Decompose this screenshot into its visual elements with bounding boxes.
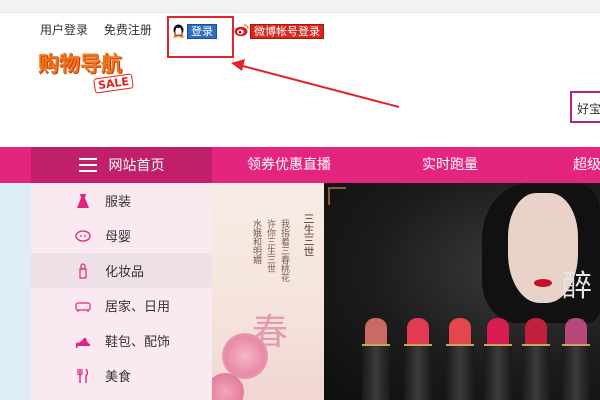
sidebar-item-label: 居家、日用 bbox=[105, 300, 171, 315]
nav-home[interactable]: 网站首页 bbox=[31, 147, 212, 183]
annotation-arrow bbox=[231, 59, 400, 108]
sidebar-item-shoes-bags[interactable]: 鞋包、配饰 bbox=[31, 323, 212, 358]
banner-poem-panel: 水娥和明媚 许你三生三世 我指着三春桃花 三生三世 春 bbox=[212, 183, 324, 400]
sidebar-item-baby[interactable]: 母婴 bbox=[31, 218, 212, 253]
sidebar-item-clothing[interactable]: 服装 bbox=[31, 183, 212, 218]
menu-icon bbox=[78, 158, 97, 172]
annotation-highlight-box bbox=[167, 16, 234, 58]
banner-vertical-title: 三生三世 bbox=[302, 213, 315, 257]
sidebar-item-home-daily[interactable]: 居家、日用 bbox=[31, 288, 212, 323]
lipstick-product bbox=[484, 318, 512, 400]
sidebar-item-label: 化妆品 bbox=[105, 265, 145, 280]
user-login-link[interactable]: 用户登录 bbox=[40, 23, 88, 37]
lipstick-product bbox=[522, 318, 550, 400]
dress-icon bbox=[75, 193, 91, 209]
banner-zui-calligraphy: 醉 bbox=[562, 269, 592, 304]
nav-left-padding bbox=[0, 147, 31, 183]
baby-icon bbox=[75, 228, 91, 244]
category-sidebar: 服装 母婴 化妆品 居家、日用 鞋包、配饰 美食 bbox=[31, 183, 212, 400]
high-heel-icon bbox=[75, 333, 91, 349]
weibo-icon bbox=[234, 22, 249, 41]
poem-line: 许你三生三世 bbox=[265, 219, 275, 273]
sidebar-item-label: 鞋包、配饰 bbox=[105, 335, 171, 350]
frame-corner bbox=[328, 187, 346, 205]
fork-knife-icon bbox=[75, 368, 91, 384]
search-input[interactable]: 好宝 bbox=[570, 91, 600, 123]
main-nav: 网站首页 领券优惠直播 实时跑量 超级 bbox=[0, 147, 600, 183]
weibo-login-label: 微博帐号登录 bbox=[250, 23, 324, 39]
lipstick-product bbox=[446, 318, 474, 400]
sidebar-item-food[interactable]: 美食 bbox=[31, 358, 212, 393]
top-links: 用户登录 免费注册 bbox=[40, 21, 164, 38]
browser-top-strip bbox=[0, 0, 600, 13]
site-logo[interactable]: 购物导航 SALE bbox=[38, 48, 142, 96]
poem-line: 我指着三春桃花 bbox=[279, 219, 289, 282]
nav-home-label: 网站首页 bbox=[108, 158, 165, 174]
lipstick-product bbox=[562, 318, 590, 400]
lipstick-icon bbox=[75, 262, 91, 279]
logo-text: 购物导航 bbox=[38, 52, 122, 76]
promo-banner[interactable]: 水娥和明媚 许你三生三世 我指着三春桃花 三生三世 春 醉 bbox=[212, 183, 600, 400]
flower-decoration bbox=[222, 333, 268, 379]
sofa-icon bbox=[75, 298, 91, 314]
nav-item-super[interactable]: 超级 bbox=[573, 147, 600, 183]
sidebar-item-label: 服装 bbox=[105, 195, 132, 210]
sidebar-item-cosmetics[interactable]: 化妆品 bbox=[31, 253, 212, 288]
nav-item-coupon-live[interactable]: 领券优惠直播 bbox=[247, 147, 331, 183]
weibo-login-button[interactable]: 微博帐号登录 bbox=[234, 22, 324, 41]
model-lips bbox=[534, 279, 552, 287]
poem-line: 水娥和明媚 bbox=[251, 219, 261, 264]
lipstick-product bbox=[404, 318, 432, 400]
nav-item-realtime[interactable]: 实时跑量 bbox=[422, 147, 478, 183]
sidebar-item-label: 母婴 bbox=[105, 230, 132, 245]
free-register-link[interactable]: 免费注册 bbox=[104, 23, 152, 37]
lipstick-product bbox=[362, 318, 390, 400]
page-left-margin bbox=[0, 183, 31, 400]
sidebar-item-label: 美食 bbox=[105, 370, 132, 385]
